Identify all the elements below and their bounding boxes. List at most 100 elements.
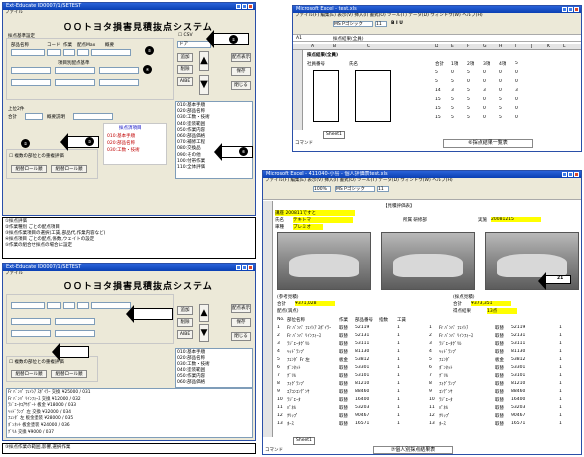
font-size-select[interactable]: 11 [377,186,389,192]
menu-help[interactable]: ヘルプ(H) [462,13,482,18]
zoom-select[interactable]: 100% [313,186,331,192]
table-cell[interactable]: 13 [429,421,435,426]
table-cell[interactable]: 16400 [511,397,525,402]
col-header[interactable]: D [435,44,438,49]
work-input[interactable] [63,302,75,309]
table-cell[interactable]: 81130 [355,349,369,354]
table-cell[interactable]: ﾊﾟﾈﾙ [439,405,448,411]
bold-button[interactable]: B I U [391,21,403,26]
table-cell[interactable]: 53301 [355,365,369,370]
col-header[interactable]: K [547,44,550,49]
add-button[interactable]: 追加 [177,306,193,315]
item-input-1[interactable] [11,318,51,325]
table-cell[interactable]: 53111 [511,341,525,346]
table-cell[interactable]: 1 [429,325,432,330]
table-cell[interactable]: 1 [559,349,562,354]
menu-file[interactable]: ファイル(F) [295,13,319,18]
score-cell[interactable]: 5 [467,88,470,93]
score-cell[interactable]: 5 [435,70,438,75]
close-button[interactable] [574,172,579,177]
close-button[interactable] [248,265,253,270]
font-select[interactable]: MS Pゴシック [335,186,375,192]
score-cell[interactable]: 5 [467,70,470,75]
table-cell[interactable]: 板金 [495,357,504,363]
table-cell[interactable]: 取替 [339,413,348,419]
table-cell[interactable]: 3 [277,341,280,346]
sheet-grid[interactable]: A B C D E F G H I J K L 採点結果(全員) 社員番号 氏名… [293,44,581,130]
table-cell[interactable]: 53101 [511,373,525,378]
table-cell[interactable]: 2 [277,333,280,338]
list-item[interactable]: 110:全体評価 [177,165,251,171]
font-select[interactable]: MS Pゴシック [333,21,373,27]
item-input-5[interactable] [55,79,95,86]
table-cell[interactable]: 53301 [511,365,525,370]
sheet-tab[interactable]: Sheet1 [323,131,345,139]
minimize-button[interactable] [562,172,567,177]
table-cell[interactable]: 取替 [495,397,504,403]
delete-button[interactable]: 削除 [177,65,193,74]
table-cell[interactable]: 7 [277,373,280,378]
table-cell[interactable]: 取替 [495,381,504,387]
menu-data[interactable]: データ(D) [378,178,398,183]
table-cell[interactable]: 1 [559,325,562,330]
table-cell[interactable]: 取替 [339,333,348,339]
roll-order-button-2[interactable]: 組替ロール順 [51,370,87,378]
score-cell[interactable]: 3 [515,88,518,93]
score-cell[interactable]: 0 [483,106,486,111]
menu-tools[interactable]: ツール(T) [387,13,407,18]
add-button[interactable]: 追加 [177,53,193,62]
col-header[interactable]: A [311,44,314,49]
table-cell[interactable]: 88460 [511,389,525,394]
window-titlebar[interactable]: Ext-Educate ID0007/1/SETEST [3,264,255,271]
table-cell[interactable]: 取替 [339,381,348,387]
table-cell[interactable]: 5 [277,357,280,362]
table-cell[interactable]: 取替 [339,421,348,427]
table-cell[interactable]: 1 [559,413,562,418]
table-cell[interactable]: 1 [559,397,562,402]
work-item-list[interactable]: 010:基本手順 020:部品名称 030:工数・技術 040:塗装範囲 050… [175,101,253,179]
table-cell[interactable]: 52131 [355,333,369,338]
menu-file[interactable]: ファイル(F) [265,178,289,183]
show-points-button[interactable]: 配点表示 [231,53,251,62]
table-cell[interactable]: ｸﾞﾘﾙ [439,373,448,379]
table-cell[interactable]: 11 [277,405,283,410]
sheet-grid[interactable]: 【見積評価表】 講座 200811ですと 氏名 テキトマ 所属 研修部 実施 2… [263,201,581,437]
menu-edit[interactable]: 編集(E) [291,178,306,183]
table-cell[interactable]: Fr ﾊﾞﾝﾊﾟ ﾌｪｲｼｱ [439,325,468,331]
score-cell[interactable]: 5 [499,106,502,111]
score-cell[interactable]: 0 [499,79,502,84]
summary-input[interactable] [91,302,131,309]
table-cell[interactable]: 1 [559,365,562,370]
table-cell[interactable]: 53812 [511,357,525,362]
menu-tools[interactable]: ツール(T) [357,178,377,183]
table-cell[interactable]: 取替 [495,333,504,339]
col-header[interactable]: L [563,44,566,49]
close-app-button[interactable]: 閉じる [231,332,251,341]
score-cell[interactable]: 15 [435,97,441,102]
table-cell[interactable]: ｸﾘｯﾌﾟ [287,413,298,419]
table-cell[interactable]: 16571 [355,421,369,426]
window-titlebar[interactable]: Ext-Educate ID0007/1/SETEST [3,3,255,10]
name-box[interactable]: A1 [296,36,302,41]
menu-edit[interactable]: 編集(E) [321,13,336,18]
table-cell[interactable]: 52131 [511,333,525,338]
score-cell[interactable]: 0 [515,79,518,84]
score-cell[interactable]: 0 [515,97,518,102]
table-cell[interactable]: 1 [559,421,562,426]
table-cell[interactable]: 1 [559,333,562,338]
table-cell[interactable]: ｸﾘｯﾌﾟ [439,413,450,419]
table-cell[interactable]: 53812 [355,357,369,362]
table-cell[interactable]: 12 [429,413,435,418]
score-cell[interactable]: 5 [467,115,470,120]
table-cell[interactable]: ﾎｰｽ [439,421,446,427]
table-cell[interactable]: 3 [429,341,432,346]
table-cell[interactable]: 1 [397,341,400,346]
item-input-1[interactable] [11,67,51,74]
table-cell[interactable]: ﾎｰｽ [287,421,294,427]
part-name-input[interactable] [11,49,45,56]
table-cell[interactable]: 90467 [511,413,525,418]
table-cell[interactable]: 1 [277,325,280,330]
score-cell[interactable]: 0 [515,70,518,75]
table-cell[interactable]: 取替 [339,373,348,379]
item-input-4[interactable] [55,330,95,337]
